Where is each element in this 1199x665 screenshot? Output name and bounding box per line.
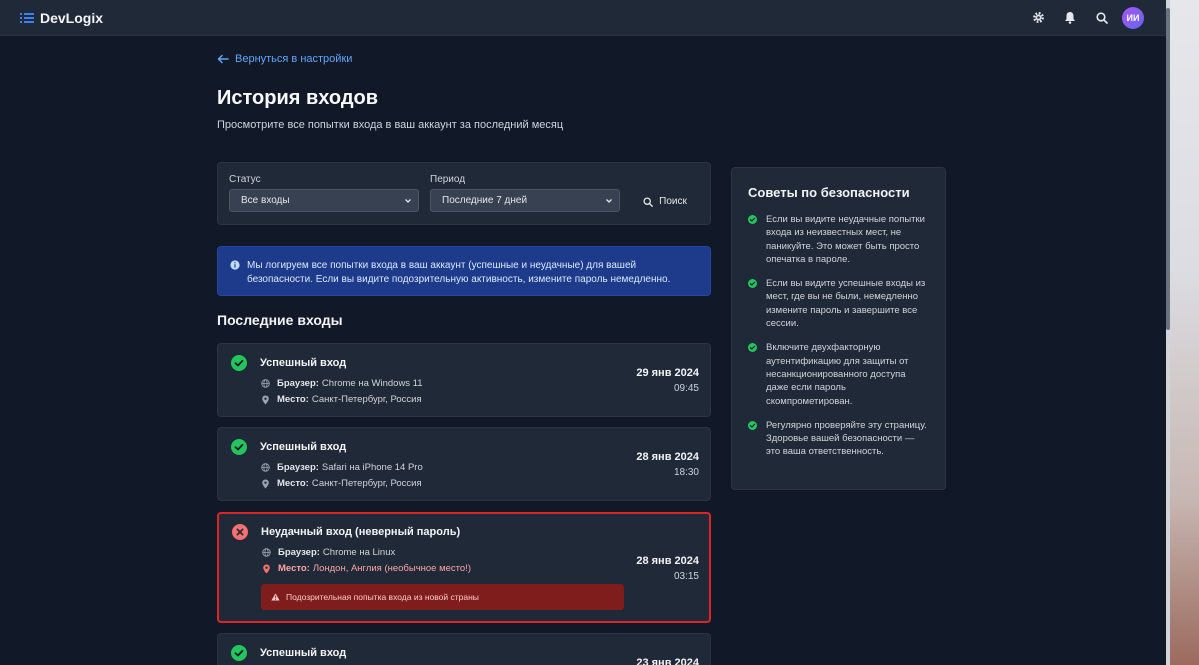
location-value: Санкт-Петербург, Россия <box>311 478 422 489</box>
entry-title: Неудачный вход (неверный пароль) <box>261 526 461 538</box>
tip-item: Если вы видите неудачные попытки входа и… <box>748 213 929 266</box>
tip-item: Регулярно проверяйте эту страницу. Здоро… <box>748 419 929 459</box>
check-circle-icon <box>748 343 757 353</box>
entry-browser: Браузер: Chrome на Windows 11 <box>261 378 423 389</box>
avatar[interactable]: ИИ <box>1122 6 1144 29</box>
list-icon <box>20 12 34 23</box>
tips-title: Советы по безопасности <box>748 185 910 200</box>
entry-location: Место: Санкт-Петербург, Россия <box>261 478 422 489</box>
tip-text: Регулярно проверяйте эту страницу. Здоро… <box>766 419 927 458</box>
entry-time: 03:15 <box>673 571 699 582</box>
x-circle-icon <box>232 524 248 540</box>
search-icon[interactable] <box>1092 8 1112 28</box>
tip-text: Если вы видите неудачные попытки входа и… <box>766 214 925 265</box>
entry-time: 18:30 <box>673 467 699 478</box>
topbar-actions: ИИ <box>1016 6 1144 29</box>
browser-value: Safari на iPhone 14 Pro <box>321 462 423 473</box>
tip-text: Если вы видите успешные входы из мест, г… <box>766 278 926 330</box>
check-circle-icon <box>231 645 247 661</box>
globe-icon <box>261 463 270 472</box>
globe-icon <box>261 379 270 388</box>
location-value: Лондон, Англия (необычное место!) <box>312 563 471 574</box>
entry-date: 28 янв 2024 <box>636 555 699 567</box>
suspicious-alert-text: Подозрительная попытка входа из новой ст… <box>286 592 479 602</box>
entry-title: Успешный вход <box>260 357 347 369</box>
check-circle-icon <box>231 355 247 371</box>
browser-prefix: Браузер: <box>278 547 320 558</box>
entry-date: 23 янв 2024 <box>636 657 699 665</box>
entry-title: Успешный вход <box>260 647 347 659</box>
location-prefix: Место: <box>277 478 309 489</box>
tip-item: Если вы видите успешные входы из мест, г… <box>748 277 929 330</box>
recent-logins-list: Успешный вход Браузер: Chrome на Windows… <box>217 0 711 665</box>
browser-value: Chrome на Linux <box>322 547 396 558</box>
entry-browser: Браузер: Chrome на Linux <box>262 547 395 558</box>
map-pin-icon <box>262 479 269 488</box>
location-value: Санкт-Петербург, Россия <box>311 394 422 405</box>
entry-time: 09:45 <box>673 383 699 394</box>
check-circle-icon <box>748 420 757 430</box>
entry-location: Место: Санкт-Петербург, Россия <box>261 394 422 405</box>
brand-name: DevLogix <box>40 9 104 26</box>
login-entry-failed[interactable]: Неудачный вход (неверный пароль) Браузер… <box>217 512 711 623</box>
check-circle-icon <box>748 215 757 224</box>
entry-date: 28 янв 2024 <box>636 451 699 463</box>
entry-date: 29 янв 2024 <box>636 367 699 379</box>
login-entry[interactable]: Успешный вход Браузер: Safari на iPhone … <box>217 427 711 501</box>
browser-prefix: Браузер: <box>277 378 319 389</box>
globe-icon <box>262 548 271 557</box>
entry-title: Успешный вход <box>260 441 347 453</box>
login-entry[interactable]: Успешный вход Браузер: Chrome на Windows… <box>217 343 711 417</box>
check-circle-icon <box>231 439 247 455</box>
suspicious-alert: Подозрительная попытка входа из новой ст… <box>261 584 624 610</box>
security-tips-panel: Советы по безопасности Если вы видите не… <box>731 167 946 490</box>
warning-icon <box>271 593 280 601</box>
map-pin-icon <box>262 395 269 404</box>
entry-browser: Браузер: Safari на iPhone 14 Pro <box>261 462 423 473</box>
brand[interactable]: DevLogix <box>20 10 103 26</box>
browser-prefix: Браузер: <box>277 462 319 473</box>
check-circle-icon <box>748 279 757 289</box>
gear-icon[interactable] <box>1028 8 1048 28</box>
tip-item: Включите двухфакторную аутентификацию дл… <box>748 341 929 407</box>
entry-location: Место: Лондон, Англия (необычное место!) <box>262 563 471 574</box>
login-entry[interactable]: Успешный вход 23 янв 2024 <box>217 633 711 665</box>
background-edge <box>1170 0 1199 665</box>
browser-value: Chrome на Windows 11 <box>321 378 423 389</box>
bell-icon[interactable] <box>1060 8 1080 28</box>
location-prefix: Место: <box>277 394 309 405</box>
location-prefix: Место: <box>278 563 310 574</box>
map-pin-icon <box>263 564 270 573</box>
tip-text: Включите двухфакторную аутентификацию дл… <box>766 342 909 407</box>
